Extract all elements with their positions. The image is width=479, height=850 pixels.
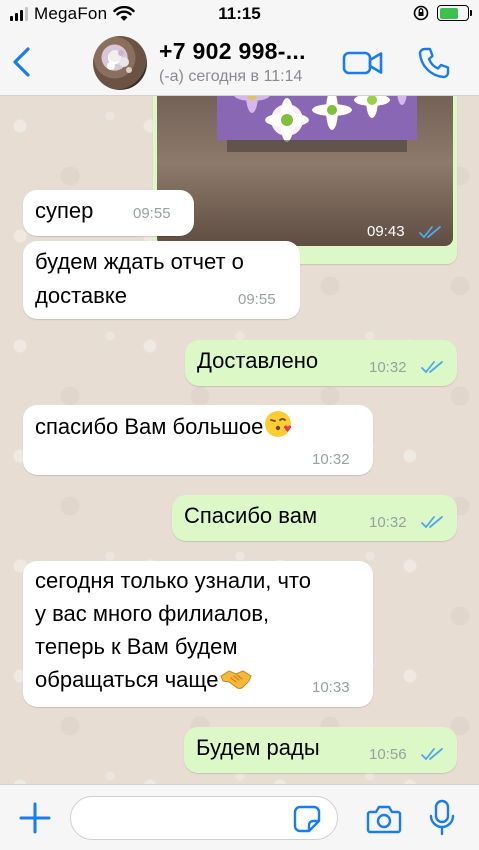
phone-icon[interactable] xyxy=(417,46,451,80)
message-incoming[interactable]: супер 09:55 xyxy=(23,190,194,236)
video-call-icon[interactable] xyxy=(342,48,384,78)
message-text-line: будем ждать отчет о xyxy=(35,249,244,274)
message-incoming[interactable]: будем ждать отчет о доставке 09:55 xyxy=(23,241,300,319)
message-text: Будем рады xyxy=(196,735,320,760)
message-time: 09:55 xyxy=(133,205,171,222)
message-time: 09:43 xyxy=(367,223,405,240)
status-bar: MegaFon 11:15 xyxy=(0,0,479,30)
message-outgoing[interactable]: Доставлено 10:32 xyxy=(185,340,457,386)
plus-icon[interactable] xyxy=(18,801,52,835)
message-text: супер xyxy=(35,198,94,223)
message-time: 10:56 xyxy=(369,746,407,763)
status-right xyxy=(413,5,472,21)
orientation-lock-icon xyxy=(413,5,429,21)
message-text-row: обращаться чаще xyxy=(35,663,253,697)
message-incoming[interactable]: сегодня только узнали, что у вас много ф… xyxy=(23,561,373,707)
chat-header: +7 902 998-... (-а) сегодня в 11:14 xyxy=(0,30,479,96)
message-text: спасибо Вам большое xyxy=(35,414,264,439)
message-outgoing[interactable]: Спасибо вам 10:32 xyxy=(172,495,457,541)
flowers-photo-graphic xyxy=(217,96,417,152)
status-time: 11:15 xyxy=(218,4,261,23)
read-ticks-icon xyxy=(419,226,441,239)
message-text-line: доставке xyxy=(35,283,127,308)
read-ticks-icon xyxy=(421,361,443,374)
back-icon[interactable] xyxy=(8,44,38,80)
image-message[interactable]: 09:43 xyxy=(153,96,457,264)
message-text-row: спасибо Вам большое xyxy=(35,409,293,444)
message-time: 10:33 xyxy=(312,679,350,696)
message-text: Спасибо вам xyxy=(184,503,318,528)
message-text-line: сегодня только узнали, что xyxy=(35,568,311,593)
chat-area[interactable]: 09:43 супер 09:55 будем ждать отчет о до… xyxy=(0,96,479,784)
message-time: 10:32 xyxy=(369,359,407,376)
message-text-line: у вас много филиалов, xyxy=(35,601,270,626)
microphone-icon[interactable] xyxy=(428,799,456,837)
message-time: 10:32 xyxy=(369,514,407,531)
avatar-flowers-image xyxy=(107,50,132,73)
battery-icon xyxy=(437,5,472,21)
handshake-icon xyxy=(219,670,252,689)
message-text-line: обращаться чаще xyxy=(35,667,219,692)
camera-icon[interactable] xyxy=(366,803,402,835)
contact-name[interactable]: +7 902 998-... xyxy=(159,38,306,65)
sticker-icon[interactable] xyxy=(292,804,322,834)
message-text-line: теперь к Вам будем xyxy=(35,634,238,659)
message-outgoing[interactable]: Будем рады 10:56 xyxy=(184,727,457,773)
face-blowing-kiss-icon xyxy=(265,411,292,437)
flowers-photo[interactable] xyxy=(157,96,453,246)
message-time: 09:55 xyxy=(238,291,276,308)
read-ticks-icon xyxy=(421,516,443,529)
avatar[interactable] xyxy=(93,36,147,90)
message-text: Доставлено xyxy=(197,348,319,373)
composer-bar xyxy=(0,784,479,850)
message-incoming[interactable]: спасибо Вам большое 10:32 xyxy=(23,405,373,475)
read-ticks-icon xyxy=(421,748,443,761)
message-time: 10:32 xyxy=(312,451,350,468)
contact-last-seen: (-а) сегодня в 11:14 xyxy=(159,68,303,85)
